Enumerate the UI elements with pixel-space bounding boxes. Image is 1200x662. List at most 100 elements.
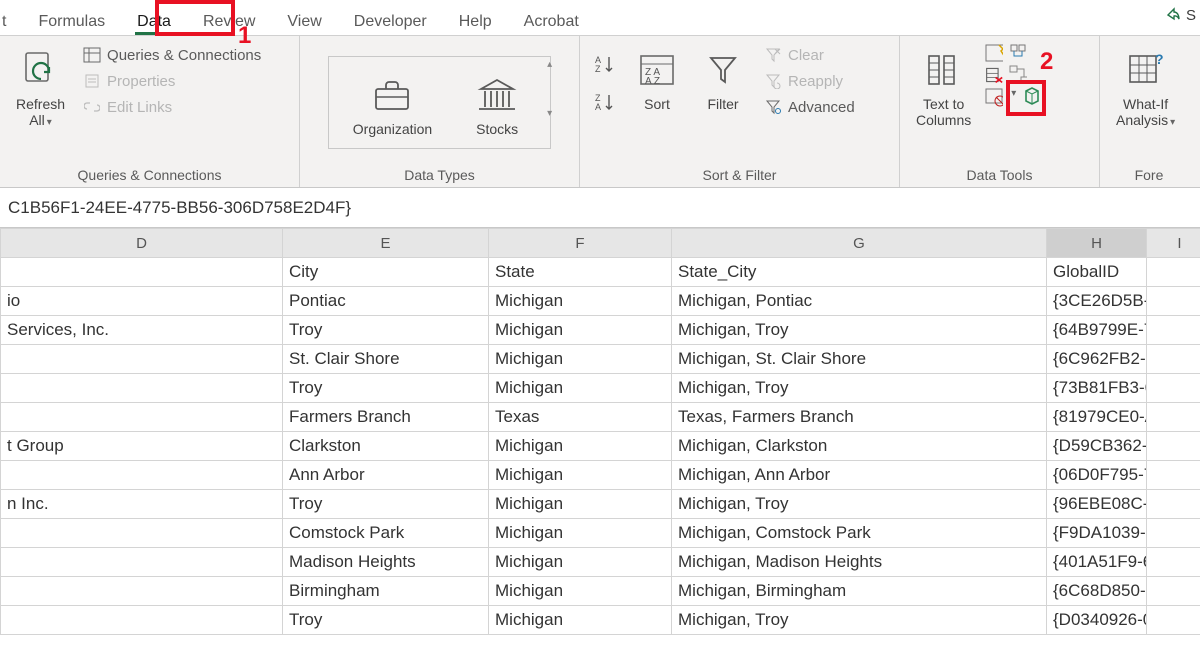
cell[interactable]: St. Clair Shore [283, 345, 489, 374]
cell[interactable]: Michigan, Troy [672, 490, 1047, 519]
cell[interactable] [1, 577, 283, 606]
table-row[interactable]: St. Clair ShoreMichiganMichigan, St. Cla… [1, 345, 1200, 374]
datatypes-scroll-up-icon[interactable]: ▴ [547, 59, 552, 70]
column-header-row[interactable]: D E F G H I [1, 229, 1200, 258]
table-row[interactable]: ioPontiacMichiganMichigan, Pontiac{3CE26… [1, 287, 1200, 316]
cell[interactable]: Birmingham [283, 577, 489, 606]
tab-data[interactable]: Data [121, 7, 187, 35]
cell[interactable]: {6C68D850-6AD5 [1047, 577, 1147, 606]
cell[interactable]: {401A51F9-63C3- [1047, 548, 1147, 577]
cell[interactable]: Troy [283, 490, 489, 519]
datatypes-scroll-down-icon[interactable]: ▾ [547, 108, 552, 119]
text-to-columns-button[interactable]: Text to Columns [910, 42, 977, 128]
col-header-E[interactable]: E [283, 229, 489, 258]
cell[interactable] [1147, 345, 1200, 374]
cell[interactable]: Michigan [489, 287, 672, 316]
cell[interactable]: Texas [489, 403, 672, 432]
cell[interactable]: Michigan, Birmingham [672, 577, 1047, 606]
cell[interactable]: Michigan [489, 548, 672, 577]
data-validation-dropdown[interactable]: ▾ [1011, 88, 1016, 106]
sort-asc-button[interactable]: AZ [590, 52, 620, 76]
relationships-button[interactable] [1009, 66, 1027, 84]
table-row[interactable]: Comstock ParkMichiganMichigan, Comstock … [1, 519, 1200, 548]
col-header-G[interactable]: G [672, 229, 1047, 258]
table-row[interactable]: t GroupClarkstonMichiganMichigan, Clarks… [1, 432, 1200, 461]
cell[interactable] [1147, 258, 1200, 287]
cell[interactable]: Clarkston [283, 432, 489, 461]
sort-button[interactable]: Z A A Z Sort [628, 42, 686, 112]
table-row[interactable]: Services, Inc.TroyMichiganMichigan, Troy… [1, 316, 1200, 345]
cell[interactable]: {06D0F795-7F63- [1047, 461, 1147, 490]
cell[interactable] [1, 258, 283, 287]
stocks-button[interactable]: Stocks [462, 67, 532, 137]
cell[interactable]: State [489, 258, 672, 287]
cell[interactable]: Pontiac [283, 287, 489, 316]
cell[interactable] [1, 345, 283, 374]
cell[interactable] [1147, 577, 1200, 606]
cell[interactable] [1, 606, 283, 635]
formula-bar[interactable]: C1B56F1-24EE-4775-BB56-306D758E2D4F} [0, 188, 1200, 228]
cell[interactable]: City [283, 258, 489, 287]
data-validation-button[interactable] [985, 88, 1003, 106]
cell[interactable]: Michigan [489, 316, 672, 345]
cell[interactable] [1147, 316, 1200, 345]
manage-data-model-button[interactable] [1022, 88, 1040, 106]
table-row[interactable]: TroyMichiganMichigan, Troy{D0340926-0797… [1, 606, 1200, 635]
cell[interactable]: Madison Heights [283, 548, 489, 577]
table-row[interactable]: Ann ArborMichiganMichigan, Ann Arbor{06D… [1, 461, 1200, 490]
cell[interactable]: {D59CB362-2B3B- [1047, 432, 1147, 461]
cell[interactable] [1147, 374, 1200, 403]
col-header-D[interactable]: D [1, 229, 283, 258]
filter-button[interactable]: Filter [694, 42, 752, 112]
cell[interactable] [1147, 461, 1200, 490]
cell[interactable]: Michigan, St. Clair Shore [672, 345, 1047, 374]
cell[interactable]: t Group [1, 432, 283, 461]
advanced-filter-button[interactable]: Advanced [760, 96, 859, 118]
tab-formulas[interactable]: Formulas [22, 7, 121, 35]
cell[interactable]: {96EBE08C-127F- [1047, 490, 1147, 519]
table-row[interactable]: n Inc.TroyMichiganMichigan, Troy{96EBE08… [1, 490, 1200, 519]
cell[interactable]: Troy [283, 606, 489, 635]
cell[interactable]: Michigan, Clarkston [672, 432, 1047, 461]
cell[interactable]: Michigan, Madison Heights [672, 548, 1047, 577]
cell[interactable]: Michigan [489, 606, 672, 635]
cell[interactable]: n Inc. [1, 490, 283, 519]
cell[interactable]: Troy [283, 374, 489, 403]
what-if-analysis-button[interactable]: ? What-If Analysis▾ [1110, 42, 1181, 129]
cell[interactable]: {F9DA1039-2501- [1047, 519, 1147, 548]
consolidate-button[interactable] [1009, 44, 1027, 62]
cell[interactable]: {81979CE0-AC0B- [1047, 403, 1147, 432]
cell[interactable]: {64B9799E-76CE- [1047, 316, 1147, 345]
tab-review[interactable]: Review [187, 7, 271, 35]
cell[interactable]: Michigan [489, 345, 672, 374]
col-header-H[interactable]: H [1047, 229, 1147, 258]
cell[interactable]: Michigan, Comstock Park [672, 519, 1047, 548]
cell[interactable]: Ann Arbor [283, 461, 489, 490]
cell[interactable] [1, 374, 283, 403]
tab-acrobat[interactable]: Acrobat [508, 7, 595, 35]
cell[interactable]: Michigan [489, 374, 672, 403]
cell[interactable]: Michigan, Troy [672, 606, 1047, 635]
table-row[interactable]: Farmers BranchTexasTexas, Farmers Branch… [1, 403, 1200, 432]
queries-connections-button[interactable]: Queries & Connections [79, 44, 265, 66]
cell[interactable] [1147, 432, 1200, 461]
cell[interactable] [1, 403, 283, 432]
cell[interactable]: io [1, 287, 283, 316]
sort-desc-button[interactable]: ZA [590, 90, 620, 114]
cell[interactable]: Michigan, Ann Arbor [672, 461, 1047, 490]
cell[interactable]: Michigan, Troy [672, 316, 1047, 345]
organization-button[interactable]: Organization [347, 67, 438, 137]
tab-help[interactable]: Help [443, 7, 508, 35]
cell[interactable] [1147, 490, 1200, 519]
spreadsheet-grid[interactable]: D E F G H I CityStateState_CityGlobalIDi… [0, 228, 1200, 635]
col-header-F[interactable]: F [489, 229, 672, 258]
cell[interactable] [1, 548, 283, 577]
cell[interactable]: Michigan [489, 432, 672, 461]
cell[interactable]: Michigan [489, 461, 672, 490]
cell[interactable] [1147, 606, 1200, 635]
cell[interactable]: Michigan [489, 577, 672, 606]
cell[interactable]: Farmers Branch [283, 403, 489, 432]
tab-developer[interactable]: Developer [338, 7, 443, 35]
cell[interactable] [1147, 548, 1200, 577]
table-row[interactable]: BirminghamMichiganMichigan, Birmingham{6… [1, 577, 1200, 606]
